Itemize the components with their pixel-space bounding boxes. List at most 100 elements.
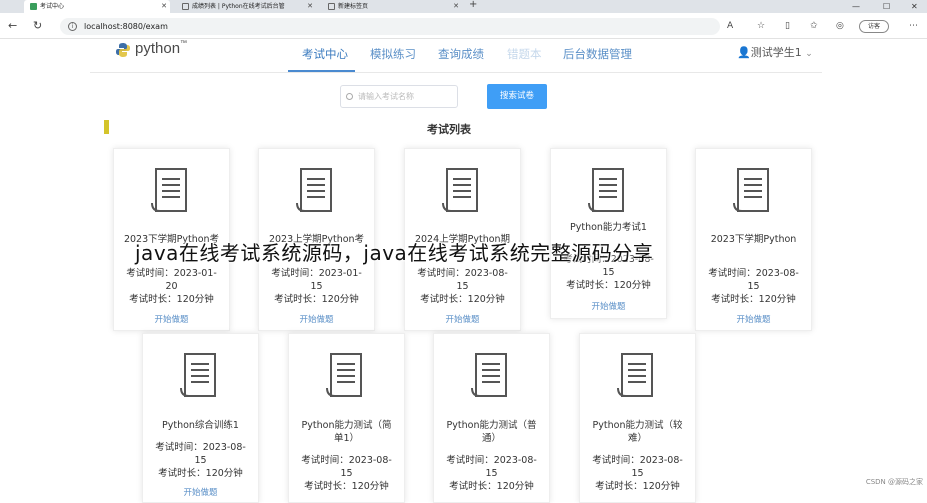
exam-title: Python能力测试（较 (592, 420, 683, 431)
read-aloud-icon[interactable]: A (727, 20, 733, 32)
exam-title: Python综合训练1 (162, 420, 239, 431)
tab-title: 新建标签页 (338, 3, 369, 10)
nav-query-scores[interactable]: 查询成绩 (438, 46, 484, 62)
search-exam-button[interactable]: 搜索试卷 (487, 84, 547, 109)
exam-title: Python能力考试1 (570, 222, 647, 233)
tab-favicon-icon (328, 3, 335, 10)
section-marker (104, 120, 109, 134)
user-menu[interactable]: 👤测试学生1 ⌄ (737, 44, 813, 60)
favorites-icon[interactable]: ✩ (810, 20, 818, 32)
exam-card[interactable]: Python能力考试1 考试时间：2023-08- 15 考试时长：120分钟 … (550, 148, 667, 319)
close-tab-icon[interactable]: ✕ (161, 0, 167, 13)
nav-active-indicator (288, 70, 355, 72)
close-tab-icon[interactable]: ✕ (307, 0, 313, 13)
document-icon (588, 168, 624, 212)
nav-exam-center[interactable]: 考试中心 (302, 46, 348, 62)
exam-duration: 考试时长：120分钟 (304, 481, 389, 492)
exam-time: 考试时间：2023-08- (417, 268, 508, 279)
search-icon (346, 93, 353, 100)
exam-title: Python能力测试（普 (446, 420, 537, 431)
nav-wrong-questions[interactable]: 错题本 (507, 46, 542, 62)
exam-time: 考试时间：2023-08- (446, 455, 537, 466)
exam-time: 考试时间：2023-08- (301, 455, 392, 466)
site-info-icon[interactable]: i (68, 22, 77, 31)
document-icon (296, 168, 332, 212)
exam-card[interactable]: Python能力测试（简 单1） 考试时间：2023-08- 15 考试时长：1… (288, 333, 405, 503)
start-exam-link[interactable]: 开始做题 (114, 313, 229, 325)
start-exam-link[interactable]: 开始做题 (143, 486, 258, 498)
browser-tab-scores[interactable]: 成绩列表 | Python在线考试后台管 ✕ (176, 0, 316, 13)
logo-word: python (135, 40, 181, 57)
start-exam-link[interactable]: 开始做题 (551, 300, 666, 312)
watermark: CSDN @源码之家 (865, 478, 923, 486)
exam-time-day: 15 (456, 281, 469, 292)
nav-admin[interactable]: 后台数据管理 (563, 46, 632, 62)
exam-title: Python能力测试（简 (301, 420, 392, 431)
user-name: 测试学生1 (750, 46, 802, 59)
tab-title: 考试中心 (40, 3, 65, 10)
exam-time-day: 15 (310, 281, 323, 292)
profile-button[interactable]: 访客 (859, 20, 889, 33)
browser-tab-exam[interactable]: 考试中心 ✕ (24, 0, 170, 13)
search-placeholder: 请输入考试名称 (358, 92, 414, 101)
exam-duration: 考试时长：120分钟 (274, 294, 359, 305)
document-icon (733, 168, 769, 212)
browser-tab-new[interactable]: 新建标签页 ✕ (322, 0, 462, 13)
address-toolbar: ← ↻ i localhost:8080/exam A ☆ ▯ ✩ ◎ 访客 ⋯ (0, 13, 927, 39)
nav-divider (90, 72, 822, 73)
overlay-caption: java在线考试系统源码，java在线考试系统完整源码分享 (135, 241, 654, 265)
tab-title: 成绩列表 | Python在线考试后台管 (192, 3, 285, 10)
exam-time-day: 15 (747, 281, 760, 292)
exam-duration: 考试时长：120分钟 (158, 468, 243, 479)
exam-card[interactable]: Python综合训练1 考试时间：2023-08- 15 考试时长：120分钟 … (142, 333, 259, 503)
document-icon (617, 353, 653, 397)
tab-favicon-icon (30, 3, 37, 10)
more-menu-icon[interactable]: ⋯ (909, 20, 918, 32)
exam-title-line2: 单1） (333, 433, 360, 444)
exam-time: 考试时间：2023-08- (708, 268, 799, 279)
user-icon: 👤 (737, 46, 751, 59)
exam-time: 考试时间：2023-08- (592, 455, 683, 466)
new-tab-icon[interactable]: + (469, 0, 477, 10)
exam-duration: 考试时长：120分钟 (420, 294, 505, 305)
section-title: 考试列表 (427, 123, 471, 136)
exam-search-input[interactable]: 请输入考试名称 (340, 85, 458, 108)
document-icon (471, 353, 507, 397)
extensions-icon[interactable]: ◎ (836, 20, 844, 32)
start-exam-link[interactable]: 开始做题 (405, 313, 520, 325)
close-window-icon[interactable]: ✕ (911, 0, 918, 13)
minimize-icon[interactable]: — (852, 0, 860, 13)
close-tab-icon[interactable]: ✕ (453, 0, 459, 13)
document-icon (326, 353, 362, 397)
reload-icon[interactable]: ↻ (33, 19, 42, 32)
start-exam-link[interactable]: 开始做题 (259, 313, 374, 325)
exam-time-day: 15 (340, 468, 353, 479)
nav-practice[interactable]: 模拟练习 (370, 46, 416, 62)
exam-duration: 考试时长：120分钟 (566, 280, 651, 291)
split-screen-icon[interactable]: ▯ (785, 20, 790, 32)
exam-card[interactable]: Python能力测试（普 通） 考试时间：2023-08- 15 考试时长：12… (433, 333, 550, 503)
exam-duration: 考试时长：120分钟 (595, 481, 680, 492)
exam-title-line2: 通） (481, 433, 501, 444)
document-icon (180, 353, 216, 397)
back-icon[interactable]: ← (8, 19, 17, 32)
exam-title-line2: 难） (627, 433, 647, 444)
maximize-icon[interactable]: ☐ (883, 0, 890, 13)
url-bar[interactable]: i localhost:8080/exam (60, 18, 720, 35)
chevron-down-icon: ⌄ (805, 49, 813, 59)
python-logo-icon (116, 43, 130, 57)
document-icon (442, 168, 478, 212)
exam-time-day: 20 (165, 281, 178, 292)
logo-trademark: ™ (180, 40, 188, 47)
exam-card[interactable]: Python能力测试（较 难） 考试时间：2023-08- 15 考试时长：12… (579, 333, 696, 503)
exam-time: 考试时间：2023-01- (271, 268, 362, 279)
exam-time-day: 15 (194, 455, 207, 466)
url-text: localhost:8080/exam (84, 22, 168, 31)
exam-time: 考试时间：2023-01- (126, 268, 217, 279)
start-exam-link[interactable]: 开始做题 (696, 313, 811, 325)
document-icon (151, 168, 187, 212)
exam-duration: 考试时长：120分钟 (711, 294, 796, 305)
exam-time-day: 15 (602, 267, 615, 278)
exam-time: 考试时间：2023-08- (155, 442, 246, 453)
favorite-star-icon[interactable]: ☆ (757, 20, 765, 32)
